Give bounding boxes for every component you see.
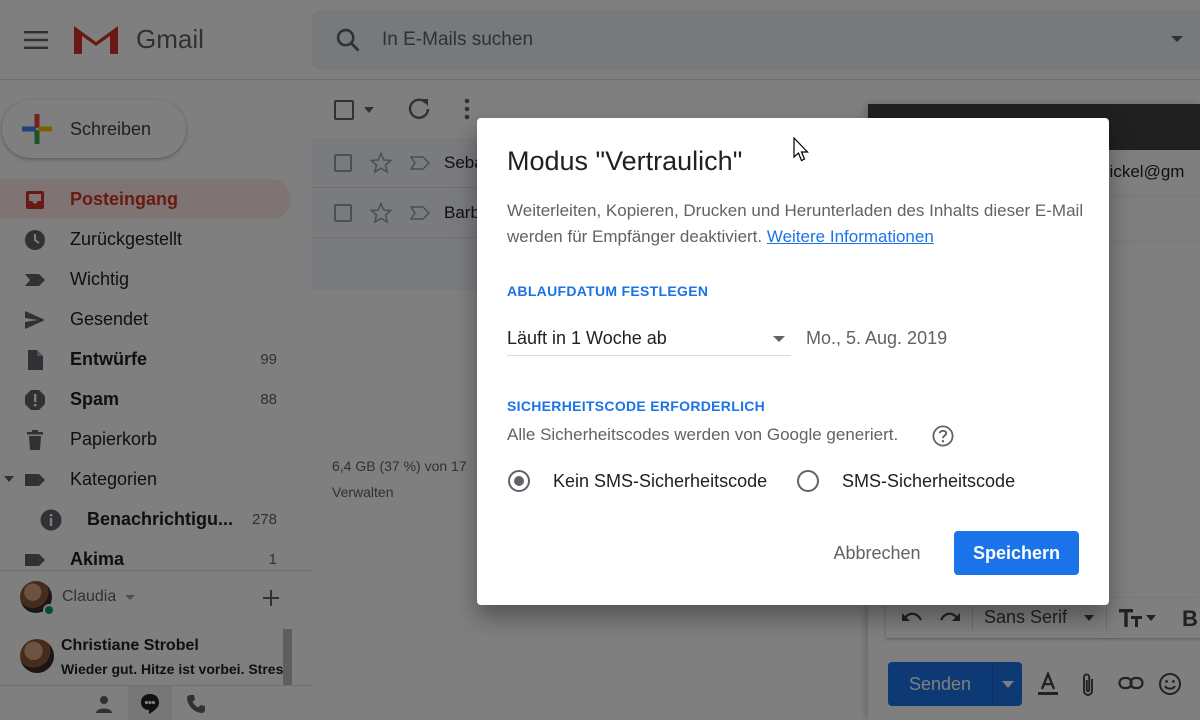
chevron-down-icon (773, 336, 785, 342)
radio-sms-passcode[interactable]: SMS-Sicherheitscode (797, 470, 1015, 492)
radio-button-unchecked[interactable] (797, 470, 819, 492)
passcode-section-title: SICHERHEITSCODE ERFORDERLICH (507, 398, 766, 414)
dialog-description: Weiterleiten, Kopieren, Drucken und Heru… (507, 198, 1087, 250)
mouse-cursor-icon (793, 137, 809, 162)
help-icon[interactable] (932, 425, 954, 447)
radio-label: Kein SMS-Sicherheitscode (553, 470, 768, 491)
expiry-date: Mo., 5. Aug. 2019 (806, 328, 948, 348)
radio-label: SMS-Sicherheitscode (842, 470, 1016, 491)
expiry-section-title: ABLAUFDATUM FESTLEGEN (507, 283, 709, 299)
radio-button-checked[interactable] (508, 470, 530, 492)
passcode-note: Alle Sicherheitscodes werden von Google … (507, 425, 899, 444)
save-button[interactable]: Speichern (954, 531, 1079, 575)
expiry-select[interactable]: Läuft in 1 Woche ab (507, 320, 791, 356)
learn-more-link[interactable]: Weitere Informationen (767, 227, 934, 246)
radio-no-sms-passcode[interactable]: Kein SMS-Sicherheitscode (508, 470, 767, 492)
cancel-button[interactable]: Abbrechen (825, 531, 929, 575)
confidential-mode-dialog: Modus "Vertraulich" Weiterleiten, Kopier… (477, 118, 1109, 605)
dialog-title: Modus "Vertraulich" (507, 146, 743, 176)
expiry-select-value: Läuft in 1 Woche ab (507, 328, 667, 348)
